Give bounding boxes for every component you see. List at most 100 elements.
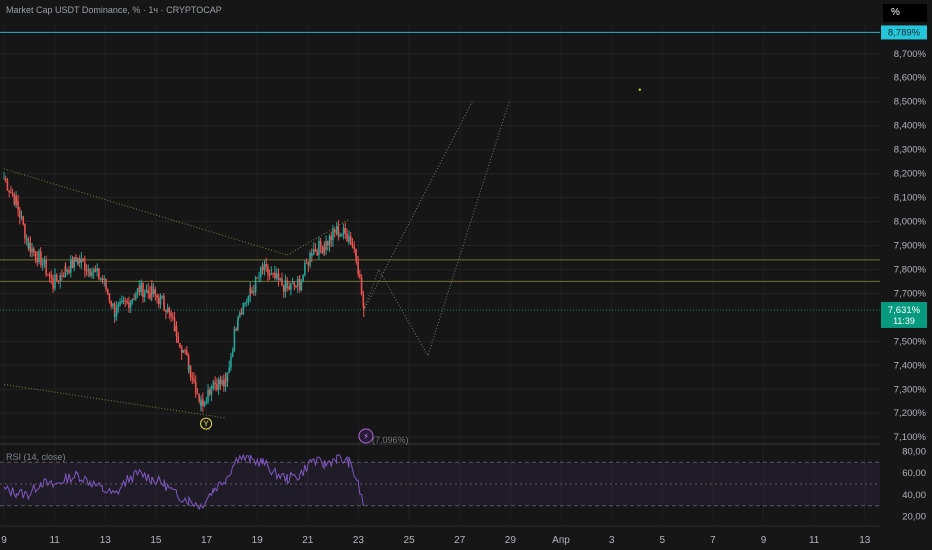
candle-body: [263, 264, 266, 271]
candle-body: [133, 299, 135, 301]
time-axis-label: 11: [49, 535, 60, 546]
time-axis-label: 9: [1, 535, 7, 546]
price-scale-label: 7,800%: [894, 264, 927, 275]
candle-body: [184, 350, 186, 352]
candle-body: [210, 386, 213, 395]
candle-body: [316, 251, 319, 256]
candle-body: [323, 247, 326, 251]
candle-body: [346, 233, 348, 242]
candle-body: [115, 307, 118, 316]
candle-body: [24, 224, 26, 239]
candle-body: [261, 267, 264, 271]
candle-body: [6, 180, 9, 191]
candle-body: [126, 301, 129, 303]
low-point-label: Y: [203, 420, 209, 429]
candle-body: [3, 178, 5, 180]
candle-body: [228, 367, 231, 373]
candle-body: [231, 350, 234, 357]
candle-body: [173, 317, 176, 332]
candle-body: [314, 249, 317, 252]
rsi-scale-label: 80,00: [902, 446, 926, 457]
candle-body: [182, 350, 185, 353]
candle-body: [55, 274, 58, 281]
candle-body: [319, 240, 322, 247]
price-scale-label: 8,300%: [894, 145, 927, 156]
candle-body: [186, 350, 188, 356]
candle-body: [259, 267, 262, 277]
candle-body: [242, 303, 245, 314]
time-axis-label: 5: [659, 535, 665, 546]
candle-body: [277, 273, 280, 280]
candle-body: [339, 234, 341, 237]
candle-body: [138, 285, 141, 292]
candle-body: [62, 276, 65, 278]
candle-body: [177, 336, 180, 344]
candle-body: [41, 264, 44, 266]
candle-body: [106, 289, 109, 294]
candle-body: [214, 382, 216, 384]
candle-body: [59, 275, 61, 282]
candle-body: [249, 287, 252, 294]
candle-body: [205, 401, 208, 403]
candle-body: [91, 272, 93, 276]
time-axis-label: 13: [859, 535, 871, 546]
candle-body: [335, 226, 338, 233]
candle-body: [357, 261, 359, 275]
candle-body: [52, 286, 55, 289]
candle-body: [309, 253, 311, 266]
candle-body: [20, 216, 23, 218]
candle-body: [29, 243, 32, 253]
candle-body: [112, 303, 114, 307]
price-scale-label: 8,600%: [894, 73, 927, 84]
candle-body: [4, 178, 7, 181]
candle-body: [10, 192, 12, 194]
candle-body: [351, 243, 354, 247]
price-scale-label: 8,700%: [894, 49, 927, 60]
candle-body: [180, 347, 183, 353]
candle-body: [245, 300, 248, 303]
unit-toggle-button[interactable]: %: [883, 4, 927, 22]
candle-body: [288, 286, 290, 290]
price-scale-label: 8,500%: [894, 97, 927, 108]
time-axis-label: 27: [454, 535, 466, 546]
candle-body: [239, 312, 241, 318]
candle-body: [84, 261, 86, 271]
time-axis-label: 15: [150, 535, 162, 546]
price-scale-label: 7,200%: [894, 408, 927, 419]
time-axis-label: Апр: [552, 535, 570, 546]
time-axis-label: 7: [710, 535, 716, 546]
candle-body: [122, 300, 125, 302]
candle-body: [318, 240, 320, 256]
price-scale-label: 8,100%: [894, 193, 927, 204]
candle-body: [337, 226, 340, 237]
chart-title: Market Cap USDT Dominance, % · 1ч · CRYP…: [6, 5, 222, 15]
candle-body: [240, 312, 243, 314]
low-value-label: (7,096%): [372, 435, 409, 445]
candle-body: [75, 257, 77, 262]
candle-body: [355, 256, 358, 262]
candle-body: [268, 274, 271, 276]
candle-body: [136, 288, 139, 295]
candle-body: [348, 236, 350, 241]
candle-body: [333, 229, 336, 232]
candle-body: [298, 280, 301, 291]
candle-body: [108, 293, 111, 302]
time-axis-label: 29: [505, 535, 517, 546]
candle-body: [216, 383, 218, 390]
candle-body: [64, 265, 67, 272]
candle-body: [330, 235, 333, 241]
candle-body: [281, 278, 283, 286]
candle-body: [305, 262, 308, 264]
rsi-scale-label: 60,00: [902, 468, 926, 479]
price-scale-label: 7,900%: [894, 240, 927, 251]
candle-body: [34, 251, 37, 259]
candle-body: [156, 294, 158, 298]
candle-body: [27, 243, 30, 249]
candle-body: [80, 258, 83, 263]
candle-body: [302, 274, 304, 282]
chart-canvas[interactable]: Y ⚡ (7,096%) 8,700% 8,600% 8,500% 8,400% 8,300%…: [0, 0, 932, 550]
candle-body: [207, 389, 209, 402]
top-marker-label: 8,789%: [888, 27, 921, 38]
candle-body: [237, 317, 239, 321]
candle-body: [124, 300, 127, 302]
